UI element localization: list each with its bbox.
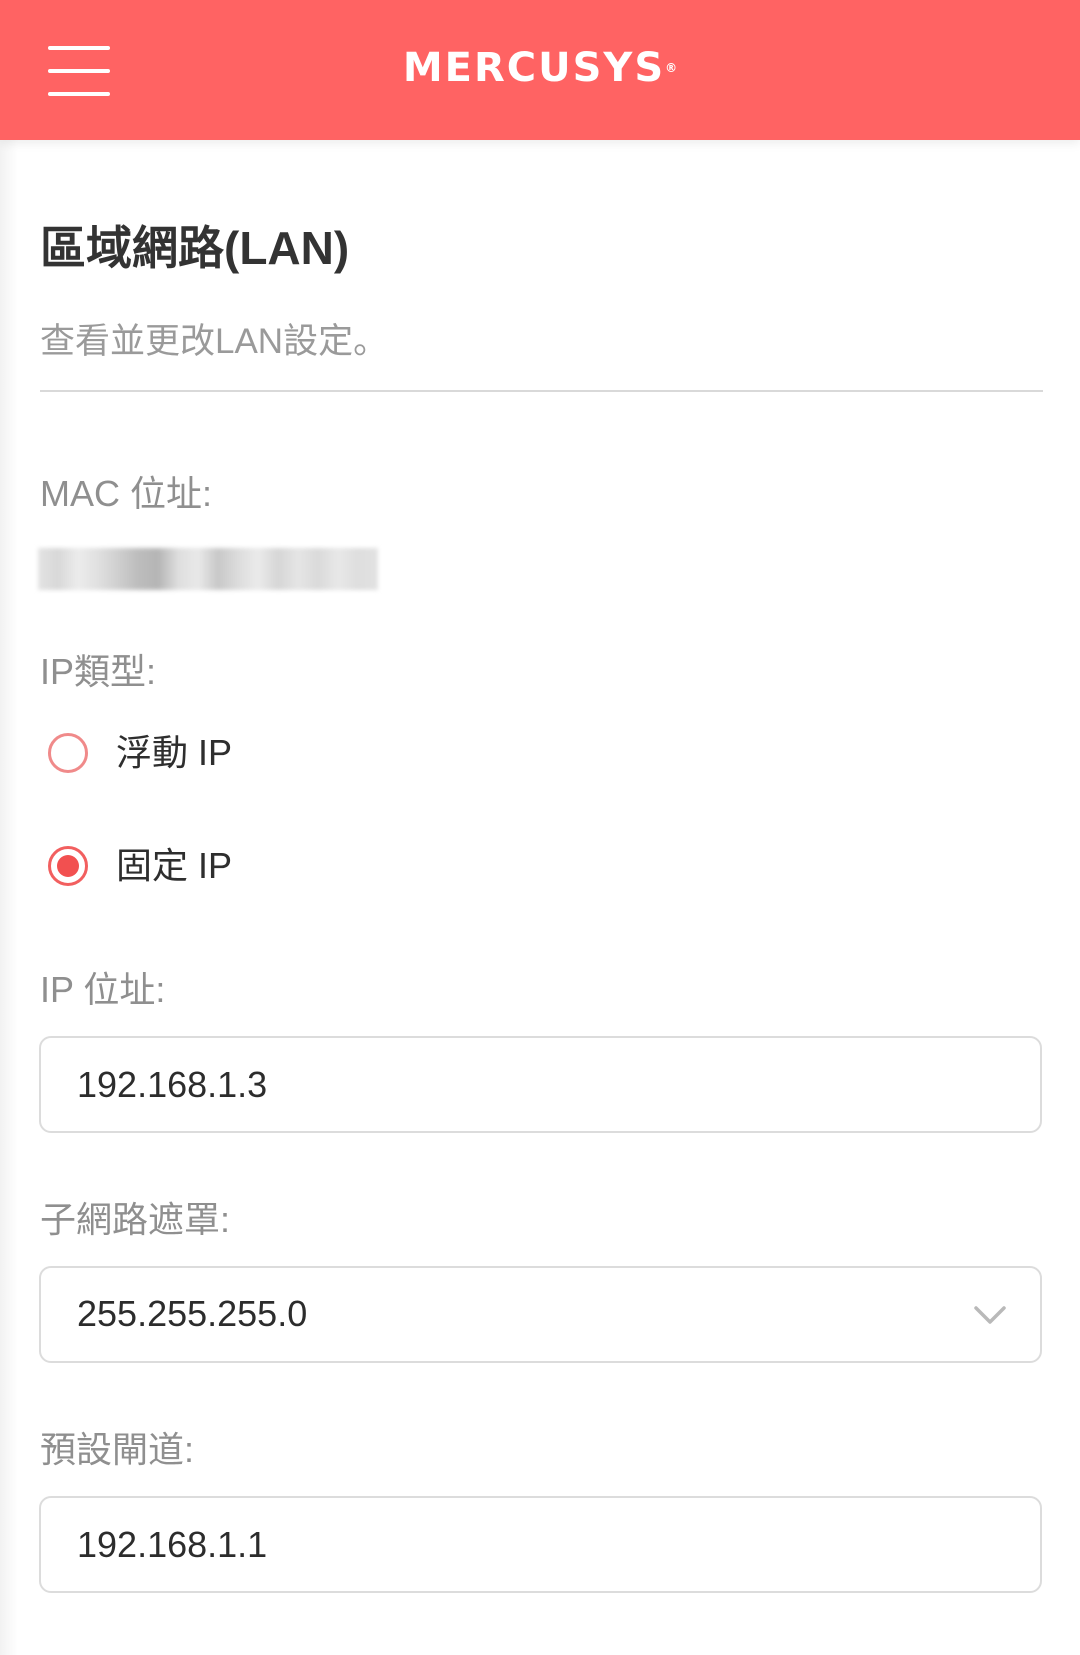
radio-dynamic-ip-label: 浮動 IP (116, 732, 233, 773)
mac-address-label: MAC 位址: (40, 473, 213, 514)
ip-address-label: IP 位址: (40, 969, 166, 1010)
radio-static-ip[interactable]: 固定 IP (48, 841, 232, 891)
radio-static-ip-circle[interactable] (48, 846, 88, 886)
ip-address-input[interactable] (39, 1036, 1042, 1133)
default-gateway-label: 預設閘道: (40, 1429, 195, 1470)
mac-address-value-redacted (38, 548, 378, 590)
subnet-mask-label: 子網路遮罩: (40, 1199, 231, 1240)
radio-static-ip-label: 固定 IP (116, 845, 233, 886)
divider (40, 390, 1043, 392)
subnet-mask-select[interactable]: 255.255.255.0 (39, 1266, 1042, 1363)
page-title: 區域網路(LAN) (40, 222, 350, 274)
radio-dynamic-ip-circle[interactable] (48, 733, 88, 773)
subnet-mask-value: 255.255.255.0 (77, 1293, 308, 1334)
top-bar: MERCUSYS® (0, 0, 1080, 140)
page-subtitle: 查看並更改LAN設定。 (40, 322, 389, 361)
chevron-down-icon (974, 1306, 1006, 1324)
mercusys-logo: MERCUSYS® (402, 45, 678, 91)
default-gateway-input[interactable] (39, 1496, 1042, 1593)
ip-type-label: IP類型: (40, 651, 157, 692)
radio-dynamic-ip[interactable]: 浮動 IP (48, 728, 232, 778)
